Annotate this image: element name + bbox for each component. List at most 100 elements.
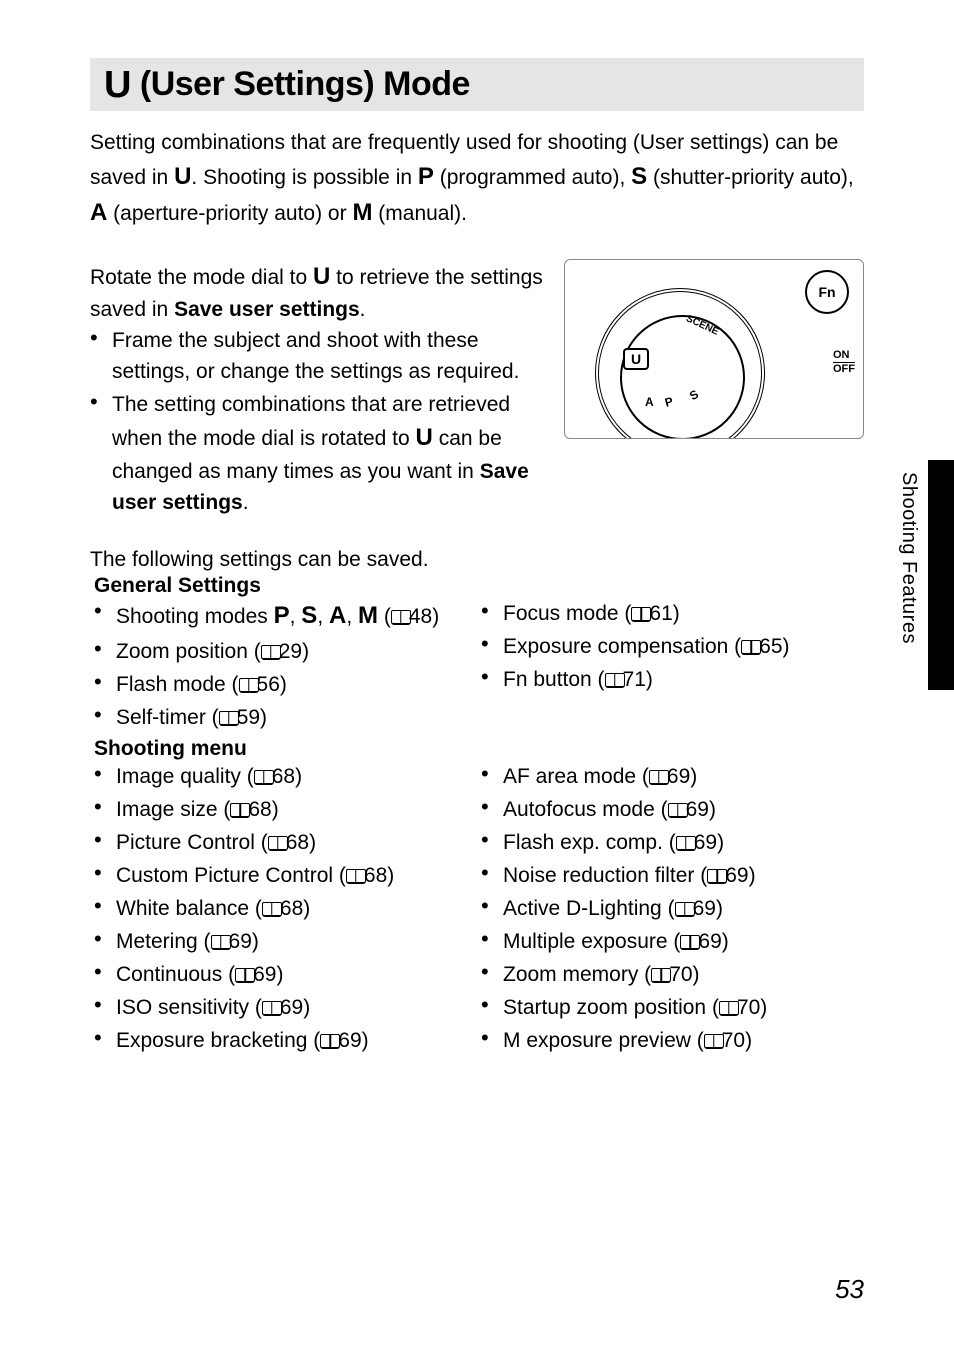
section-title: U (User Settings) Mode — [104, 64, 850, 107]
shooting-menu-heading: Shooting menu — [94, 737, 864, 761]
book-icon — [262, 902, 282, 917]
setting-item: Focus mode (61) — [477, 598, 864, 629]
rotate-bullet-2: The setting combinations that are retrie… — [90, 389, 544, 518]
setting-item: Continuous (69) — [90, 959, 477, 990]
title-mode-glyph: U — [104, 64, 131, 106]
dial-u-marker: U — [623, 348, 649, 370]
page-ref: 69 — [675, 897, 716, 920]
setting-item: Self-timer (59) — [90, 702, 477, 733]
book-icon — [261, 645, 281, 660]
setting-item: Picture Control (68) — [90, 827, 477, 858]
page-ref: 70 — [704, 1029, 745, 1052]
setting-item: Image quality (68) — [90, 761, 477, 792]
page-number: 53 — [835, 1274, 864, 1305]
page-ref: 68 — [230, 798, 271, 821]
setting-item: Flash exp. comp. (69) — [477, 827, 864, 858]
book-icon — [651, 968, 671, 983]
page-ref: 69 — [262, 996, 303, 1019]
title-text: (User Settings) Mode — [131, 65, 470, 103]
book-icon — [676, 836, 696, 851]
page-ref: 69 — [707, 864, 748, 887]
setting-item: Zoom position (29) — [90, 636, 477, 667]
intro-paragraph: Setting combinations that are frequently… — [90, 127, 864, 231]
setting-item: Noise reduction filter (69) — [477, 860, 864, 891]
book-icon — [707, 869, 727, 884]
book-icon — [605, 673, 625, 688]
page-ref: 69 — [676, 831, 717, 854]
mode-m: M — [352, 199, 372, 226]
page-ref: 68 — [262, 897, 303, 920]
mode-u-inline: U — [313, 263, 330, 290]
mode-dial-illustration: U SCENE P S A Fn ONOFF — [564, 259, 864, 439]
general-left-col: Shooting modes P, S, A, M (48)Zoom posit… — [90, 598, 477, 735]
page-ref: 69 — [211, 930, 252, 953]
page-ref: 68 — [254, 765, 295, 788]
setting-item: AF area mode (69) — [477, 761, 864, 792]
page-ref: 29 — [261, 640, 302, 663]
setting-item: Shooting modes P, S, A, M (48) — [90, 598, 477, 634]
on-off-label: ONOFF — [833, 350, 855, 375]
setting-item: Image size (68) — [90, 794, 477, 825]
mode-s: S — [631, 163, 647, 190]
rotate-bullet-1: Frame the subject and shoot with these s… — [90, 325, 544, 387]
book-icon — [391, 610, 411, 625]
page-ref: 70 — [719, 996, 760, 1019]
shooting-left-col: Image quality (68)Image size (68)Picture… — [90, 761, 477, 1059]
book-icon — [675, 902, 695, 917]
page-ref: 69 — [680, 930, 721, 953]
savable-intro: The following settings can be saved. — [90, 548, 864, 572]
general-settings-columns: Shooting modes P, S, A, M (48)Zoom posit… — [90, 598, 864, 735]
mode-p: P — [418, 163, 434, 190]
book-icon — [268, 836, 288, 851]
book-icon — [262, 1001, 282, 1016]
side-tab-marker — [928, 460, 954, 690]
setting-item: Startup zoom position (70) — [477, 992, 864, 1023]
book-icon — [631, 607, 651, 622]
setting-item: Exposure bracketing (69) — [90, 1025, 477, 1056]
general-settings-heading: General Settings — [94, 574, 864, 598]
setting-item: White balance (68) — [90, 893, 477, 924]
side-section-label: Shooting Features — [897, 472, 920, 644]
setting-item: Fn button (71) — [477, 664, 864, 695]
page-ref: 68 — [346, 864, 387, 887]
shooting-right-col: AF area mode (69)Autofocus mode (69)Flas… — [477, 761, 864, 1059]
setting-item: Exposure compensation (65) — [477, 631, 864, 662]
page-ref: 69 — [668, 798, 709, 821]
setting-item: Active D-Lighting (69) — [477, 893, 864, 924]
rotate-bullets: Frame the subject and shoot with these s… — [90, 325, 544, 518]
setting-item: Multiple exposure (69) — [477, 926, 864, 957]
book-icon — [230, 803, 250, 818]
page-ref: 69 — [320, 1029, 361, 1052]
page-ref: 48 — [391, 605, 432, 628]
book-icon — [320, 1034, 340, 1049]
book-icon — [239, 678, 259, 693]
book-icon — [254, 770, 274, 785]
mode-u: U — [174, 163, 191, 190]
book-icon — [680, 935, 700, 950]
dial-inner — [620, 315, 745, 439]
save-user-settings-bold: Save user settings — [174, 298, 360, 321]
page-ref: 69 — [649, 765, 690, 788]
setting-item: Custom Picture Control (68) — [90, 860, 477, 891]
rotate-text: Rotate the mode dial to U to retrieve th… — [90, 259, 544, 521]
book-icon — [668, 803, 688, 818]
page-ref: 56 — [239, 673, 280, 696]
page-ref: 70 — [651, 963, 692, 986]
setting-item: Metering (69) — [90, 926, 477, 957]
page-ref: 61 — [631, 602, 672, 625]
book-icon — [649, 770, 669, 785]
general-right-col: Focus mode (61)Exposure compensation (65… — [477, 598, 864, 735]
fn-button-icon: Fn — [805, 270, 849, 314]
section-title-bar: U (User Settings) Mode — [90, 58, 864, 111]
book-icon — [346, 869, 366, 884]
book-icon — [704, 1034, 724, 1049]
mode-a: A — [90, 199, 107, 226]
page-ref: 68 — [268, 831, 309, 854]
book-icon — [235, 968, 255, 983]
setting-item: Flash mode (56) — [90, 669, 477, 700]
setting-item: Zoom memory (70) — [477, 959, 864, 990]
rotate-section: Rotate the mode dial to U to retrieve th… — [90, 259, 864, 521]
page-ref: 59 — [219, 706, 260, 729]
page-ref: 71 — [605, 668, 646, 691]
page-ref: 69 — [235, 963, 276, 986]
